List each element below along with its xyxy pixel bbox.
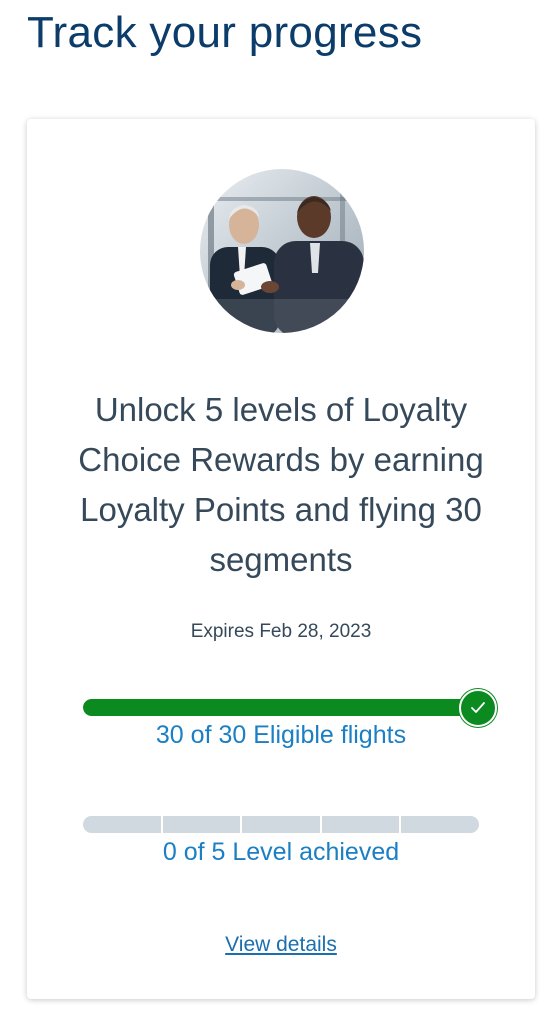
progress-card: Unlock 5 levels of Loyalty Choice Reward… <box>27 119 535 999</box>
flights-progress-fill <box>83 699 478 716</box>
flights-progress-bar <box>83 699 478 716</box>
business-people-photo <box>200 169 364 333</box>
expiration-date: Expires Feb 28, 2023 <box>190 621 372 642</box>
level-segment <box>83 816 163 833</box>
view-details-link[interactable]: View details <box>27 933 535 957</box>
flights-progress-label: 30 of 30 Eligible flights <box>155 721 407 749</box>
level-segment <box>321 816 402 833</box>
level-segment <box>242 816 322 833</box>
levels-progress-label: 0 of 5 Level achieved <box>162 838 400 866</box>
page: Track your progress Unlock 5 levels of L… <box>0 0 558 1024</box>
levels-progress-bar <box>83 816 479 833</box>
page-title: Track your progress <box>27 8 423 57</box>
level-segment <box>162 816 243 833</box>
checkmark-icon <box>471 702 485 713</box>
level-segment <box>401 816 479 833</box>
rewards-headline: Unlock 5 levels of Loyalty Choice Reward… <box>78 391 484 578</box>
